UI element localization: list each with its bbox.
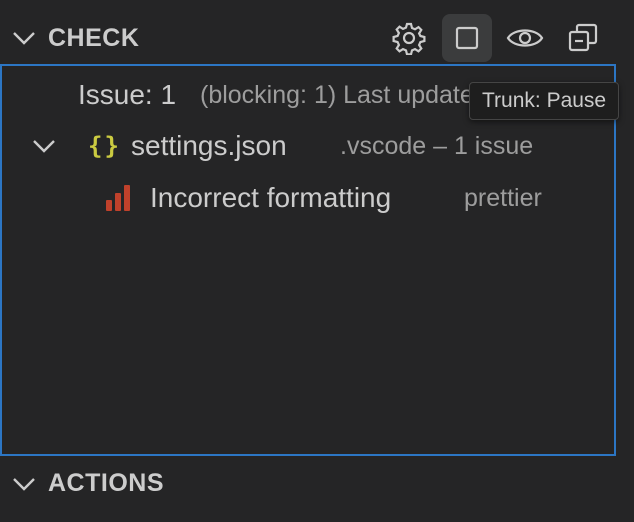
file-name: settings.json [131,130,287,161]
check-tree-view[interactable]: Issue: 1 (blocking: 1) Last updated {} s… [0,64,616,456]
settings-button[interactable] [384,14,434,62]
chevron-down-icon[interactable] [30,132,58,160]
actions-section-header[interactable]: ACTIONS [0,452,634,514]
issue-count-label: Issue: 1 [78,79,177,110]
pause-button[interactable] [442,14,492,62]
pause-tooltip: Trunk: Pause [469,82,620,120]
square-stop-icon [455,26,479,50]
issue-source: prettier [464,183,542,212]
collapse-all-button[interactable] [558,14,608,62]
collapse-all-icon [568,23,598,52]
chevron-down-icon [13,32,35,45]
file-description: .vscode – 1 issue [340,131,534,160]
actions-section-title: ACTIONS [48,468,164,497]
chevron-down-icon [13,478,35,491]
eye-icon [506,29,544,47]
check-toolbar [384,14,608,62]
gear-icon [392,22,426,55]
json-braces-icon: {} [88,132,121,160]
issue-tree-item[interactable]: Incorrect formatting prettier [2,173,614,223]
file-tree-item[interactable]: {} settings.json .vscode – 1 issue [2,121,614,171]
check-section-title: CHECK [48,23,140,52]
severity-bars-icon [106,185,130,211]
issue-title: Incorrect formatting [150,182,392,213]
view-button[interactable] [500,14,550,62]
trunk-sidebar: CHECK Issue: 1 (blocking: 1) Last update… [0,0,634,522]
issue-summary-detail: (blocking: 1) Last updated [200,80,488,109]
